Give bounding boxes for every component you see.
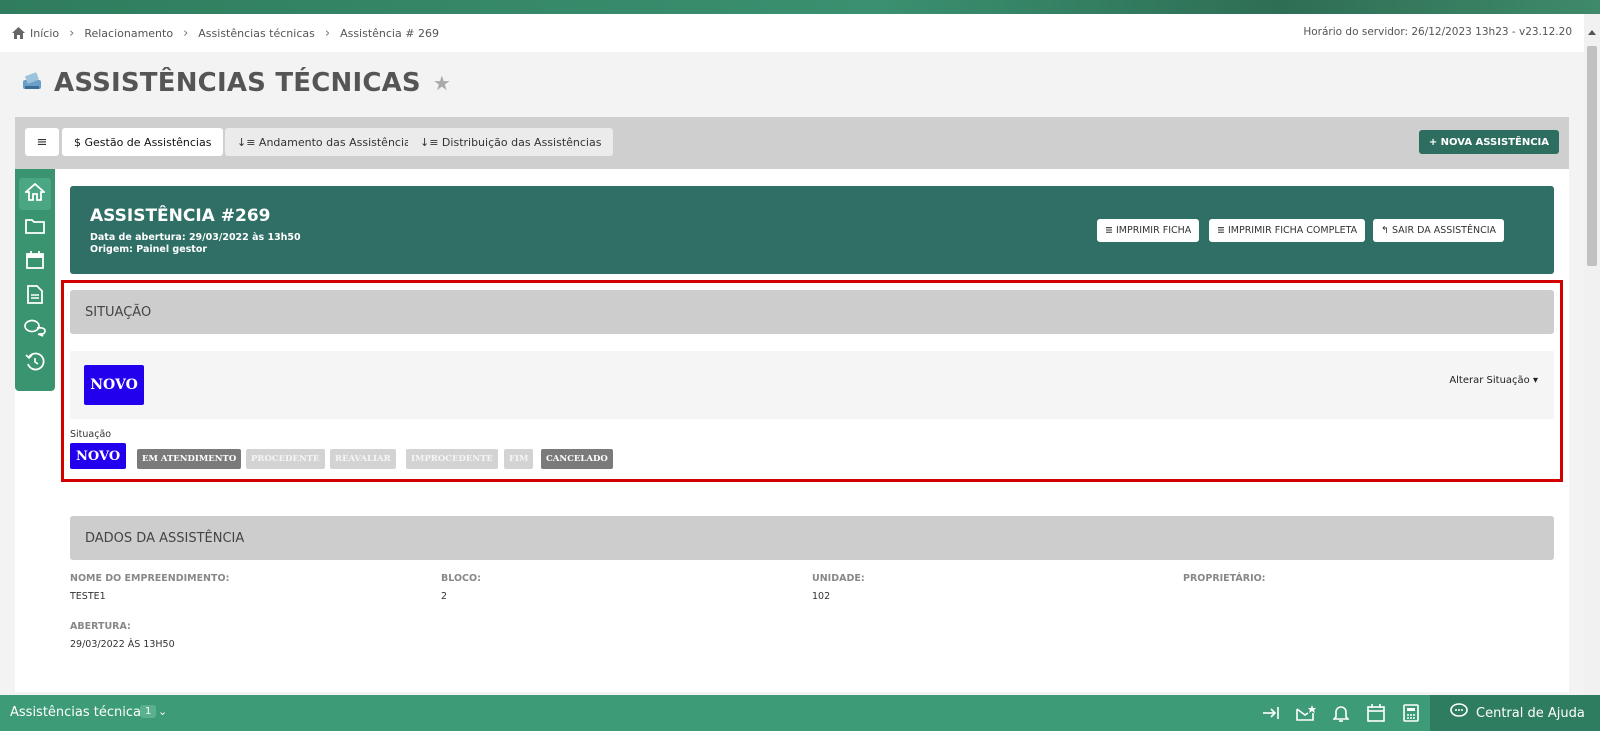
server-time: Horário do servidor: 26/12/2023 13h23 - … xyxy=(1303,26,1572,38)
page-scrollbar[interactable] xyxy=(1584,14,1600,695)
opened-date: Data de abertura: 29/03/2022 às 13h50 xyxy=(90,232,301,243)
assistance-icon xyxy=(20,68,46,98)
breadcrumb-relacionamento[interactable]: Relacionamento xyxy=(84,27,173,40)
print-full-sheet-button[interactable]: ≣ IMPRIMIR FICHA COMPLETA xyxy=(1209,219,1366,242)
chat-icon xyxy=(1450,703,1468,723)
tab-gestao[interactable]: $ Gestão de Assistências xyxy=(62,128,224,156)
page-heading: ASSISTÊNCIAS TÉCNICAS xyxy=(54,68,421,98)
field-value-empreendimento: TESTE1 xyxy=(70,591,106,602)
chevron-right-icon: › xyxy=(69,25,75,41)
breadcrumb: Início › Relacionamento › Assistências t… xyxy=(0,14,1584,52)
assistance-title: ASSISTÊNCIA #269 xyxy=(90,206,271,226)
chevron-down-icon[interactable]: ⌄ xyxy=(158,705,167,718)
bell-icon[interactable] xyxy=(1331,703,1351,723)
tab-andamento[interactable]: ↓≡ Andamento das Assistências xyxy=(225,128,429,156)
situacao-label: Situação xyxy=(70,429,112,440)
collapse-arrow-icon[interactable] xyxy=(1261,703,1281,723)
dados-heading: DADOS DA ASSISTÊNCIA xyxy=(70,516,1554,560)
calendar-icon[interactable] xyxy=(1366,703,1386,723)
help-center-label: Central de Ajuda xyxy=(1476,705,1585,721)
change-status-dropdown[interactable]: Alterar Situação ▾ xyxy=(1449,375,1538,386)
home-icon xyxy=(23,182,47,205)
chat-bubbles-icon xyxy=(24,319,46,341)
folder-icon xyxy=(25,218,45,238)
status-step-cancelado[interactable]: CANCELADO xyxy=(541,449,613,469)
sidebar-item-calendar[interactable] xyxy=(19,246,51,278)
menu-toggle-button[interactable]: ≡ xyxy=(25,128,59,156)
bottom-taskbar: Assistências técnicas 1 ⌄ Central de Aju… xyxy=(0,695,1600,731)
window-count-badge: 1 xyxy=(140,705,157,718)
field-label-abertura: ABERTURA: xyxy=(70,621,131,632)
status-step-improcedente[interactable]: IMPROCEDENTE xyxy=(406,449,498,469)
chevron-right-icon: › xyxy=(183,25,189,41)
star-favorite-icon[interactable]: ★ xyxy=(433,71,451,95)
main-panel: ≡ $ Gestão de Assistências ↓≡ Andamento … xyxy=(15,117,1569,692)
side-nav xyxy=(15,169,55,391)
sidebar-item-documents[interactable] xyxy=(19,280,51,312)
print-sheet-button[interactable]: ≣ IMPRIMIR FICHA xyxy=(1097,219,1200,242)
field-value-unidade: 102 xyxy=(812,591,831,602)
new-assistance-button[interactable]: + NOVA ASSISTÊNCIA xyxy=(1418,130,1559,154)
field-label-bloco: BLOCO: xyxy=(441,573,481,584)
current-status-row: NOVO Alterar Situação ▾ xyxy=(70,351,1554,419)
field-value-bloco: 2 xyxy=(441,591,448,602)
sidebar-item-messages[interactable] xyxy=(19,314,51,346)
tab-bar: ≡ $ Gestão de Assistências ↓≡ Andamento … xyxy=(15,117,1569,169)
scrollbar-thumb[interactable] xyxy=(1587,46,1597,266)
status-step-em-atendimento[interactable]: EM ATENDIMENTO xyxy=(137,449,242,469)
field-label-proprietario: PROPRIETÁRIO: xyxy=(1183,573,1266,584)
chevron-right-icon: › xyxy=(324,25,331,41)
hamburger-icon: ≡ xyxy=(36,134,48,150)
page-title: ASSISTÊNCIAS TÉCNICAS ★ xyxy=(20,68,451,98)
calculator-icon[interactable] xyxy=(1401,703,1421,723)
calendar-icon xyxy=(26,251,44,273)
mail-star-icon[interactable] xyxy=(1296,703,1316,723)
field-label-empreendimento: NOME DO EMPREENDIMENTO: xyxy=(70,573,230,584)
scroll-up-arrow[interactable] xyxy=(1588,30,1596,35)
top-accent-bar xyxy=(0,0,1600,14)
document-icon xyxy=(27,284,43,308)
status-step-novo[interactable]: NOVO xyxy=(70,443,127,469)
status-step-fim[interactable]: FIM xyxy=(504,449,534,469)
status-step-procedente[interactable]: PROCEDENTE xyxy=(246,449,325,469)
help-center-button[interactable]: Central de Ajuda xyxy=(1430,695,1600,731)
current-status-badge: NOVO xyxy=(84,365,144,405)
history-icon xyxy=(25,352,45,376)
field-value-abertura: 29/03/2022 ÀS 13H50 xyxy=(70,639,175,650)
breadcrumb-current: Assistência # 269 xyxy=(340,26,439,40)
exit-assistance-button[interactable]: ↰ SAIR DA ASSISTÊNCIA xyxy=(1373,219,1505,242)
sidebar-item-home[interactable] xyxy=(19,178,51,210)
situacao-heading: SITUAÇÃO xyxy=(70,290,1554,334)
status-step-reavaliar[interactable]: REAVALIAR xyxy=(330,449,396,469)
breadcrumb-home[interactable]: Início xyxy=(30,27,59,40)
field-label-unidade: UNIDADE: xyxy=(812,573,865,584)
open-window-label[interactable]: Assistências técnicas xyxy=(10,705,148,720)
tab-distribuicao[interactable]: ↓≡ Distribuição das Assistências xyxy=(408,128,614,156)
assistance-header: ASSISTÊNCIA #269 Data de abertura: 29/03… xyxy=(70,186,1554,274)
sidebar-item-files[interactable] xyxy=(19,212,51,244)
sidebar-item-history[interactable] xyxy=(19,348,51,380)
breadcrumb-assistencias[interactable]: Assistências técnicas xyxy=(198,27,315,40)
home-icon[interactable] xyxy=(12,27,25,39)
origin: Origem: Painel gestor xyxy=(90,244,208,255)
